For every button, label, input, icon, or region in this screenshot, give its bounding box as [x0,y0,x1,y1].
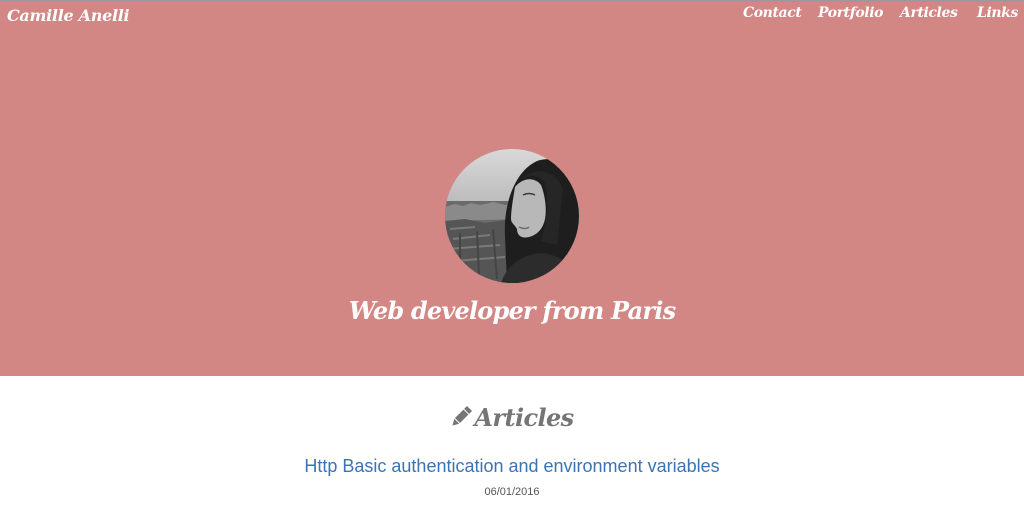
profile-photo [445,149,579,283]
nav-link-portfolio[interactable]: Portfolio [818,5,883,21]
articles-heading-label: Articles [474,403,574,432]
articles-heading: Articles [0,403,1024,434]
site-brand-link[interactable]: Camille Anelli [7,6,130,25]
hero-tagline: Web developer from Paris [348,296,676,325]
nav-link-articles[interactable]: Articles [900,5,958,21]
nav-link-contact[interactable]: Contact [743,5,802,21]
article-date: 06/01/2016 [484,486,540,498]
hero-banner: Camille Anelli Contact Portfolio Article… [0,2,1024,376]
nav-link-links[interactable]: Links [977,5,1018,21]
pencil-icon [450,405,473,434]
profile-avatar [445,149,579,283]
article-title-link[interactable]: Http Basic authentication and environmen… [304,456,719,476]
article-item: Http Basic authentication and environmen… [0,456,1024,477]
main-navigation: Contact Portfolio Articles Links [724,5,1024,27]
